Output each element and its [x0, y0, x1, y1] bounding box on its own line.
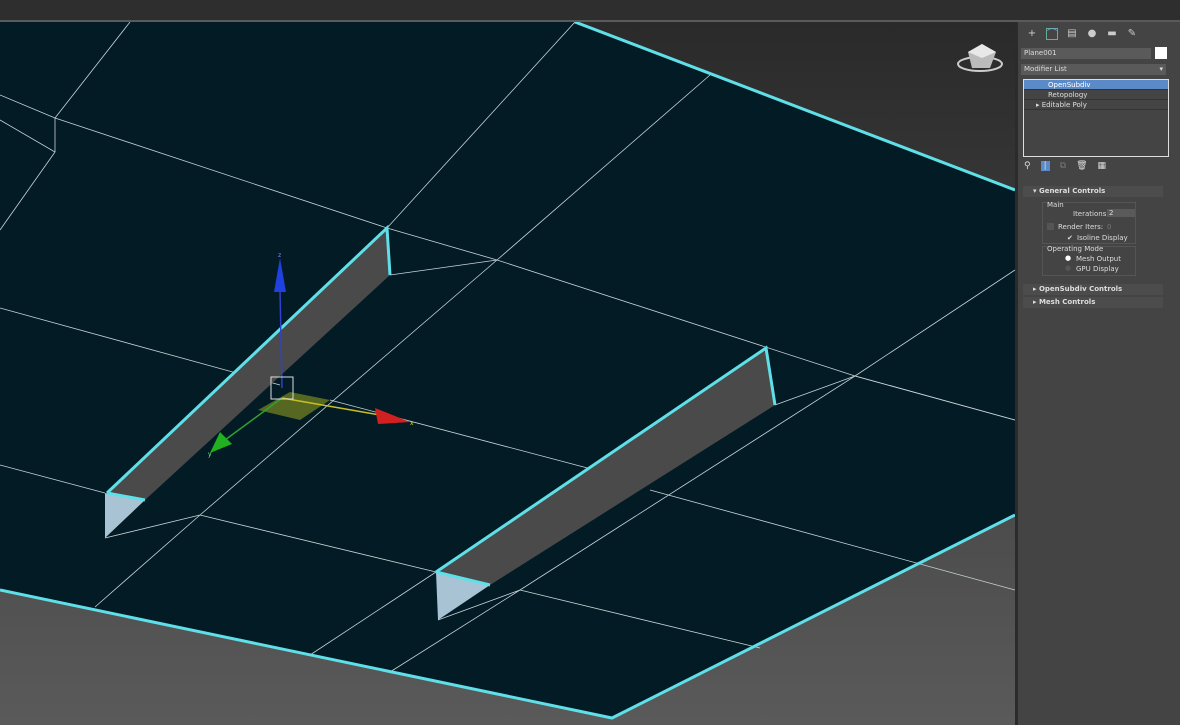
rollout-mesh-controls[interactable]: ▸ Mesh Controls: [1023, 297, 1163, 308]
isoline-label: Isoline Display: [1077, 234, 1128, 242]
mesh-output-label: Mesh Output: [1076, 255, 1121, 263]
svg-text:x: x: [410, 420, 414, 427]
iterations-label: Iterations:: [1073, 210, 1109, 218]
configure-sets-icon[interactable]: ▦: [1098, 161, 1107, 171]
object-name-field[interactable]: Plane001: [1021, 48, 1151, 59]
stack-item-label: Editable Poly: [1041, 101, 1087, 109]
modifier-list-dropdown[interactable]: Modifier List ▾: [1021, 64, 1166, 75]
make-unique-icon[interactable]: ⧉: [1060, 161, 1066, 171]
iterations-value: 2: [1109, 209, 1114, 217]
hierarchy-icon[interactable]: ▤: [1066, 28, 1078, 40]
display-icon[interactable]: ▬: [1106, 28, 1118, 40]
iterations-spinner[interactable]: 2: [1107, 209, 1135, 217]
viewport-perspective[interactable]: x z y: [0, 22, 1015, 725]
main-label: Main: [1047, 201, 1064, 209]
pin-stack-icon[interactable]: ⚲: [1024, 161, 1031, 171]
viewcube[interactable]: [957, 44, 1003, 72]
svg-text:z: z: [278, 252, 281, 259]
stack-item-opensubdiv[interactable]: OpenSubdiv: [1024, 80, 1168, 90]
operating-mode-label: Operating Mode: [1047, 245, 1104, 253]
top-toolbar: [0, 0, 1180, 22]
utilities-icon[interactable]: ✎: [1126, 28, 1138, 40]
render-iters-checkbox[interactable]: [1047, 223, 1054, 230]
stack-toolbar: ⚲ | ⧉ 🗑 ▦: [1024, 161, 1106, 171]
isoline-checkbox[interactable]: ✔: [1067, 234, 1073, 242]
modifier-list-label: Modifier List: [1024, 65, 1067, 73]
plane-mesh: [0, 22, 1015, 718]
command-panel: + ⌒ ▤ ● ▬ ✎ Plane001 Modifier List ▾ Open…: [1015, 22, 1180, 725]
main-group: Main Iterations: 2 Render Iters: 0 ✔ Iso…: [1042, 201, 1136, 244]
motion-icon[interactable]: ●: [1086, 28, 1098, 40]
stack-item-retopology[interactable]: Retopology: [1024, 90, 1168, 100]
render-iters-label: Render Iters:: [1058, 223, 1104, 231]
chevron-down-icon: ▾: [1159, 65, 1163, 73]
show-end-result-icon[interactable]: |: [1040, 161, 1050, 171]
mesh-output-radio[interactable]: ●: [1065, 254, 1071, 262]
object-color-swatch[interactable]: [1155, 47, 1167, 59]
render-iters-spinner[interactable]: 0: [1107, 223, 1111, 231]
modify-icon[interactable]: ⌒: [1046, 28, 1058, 40]
gpu-display-label: GPU Display: [1076, 265, 1119, 273]
rollout-title: Mesh Controls: [1038, 298, 1096, 306]
rollout-title: General Controls: [1038, 187, 1106, 195]
stack-item-editable-poly[interactable]: ▸ Editable Poly: [1024, 100, 1168, 110]
operating-mode-group: Operating Mode ● Mesh Output ● GPU Displ…: [1042, 245, 1136, 276]
svg-text:y: y: [208, 451, 212, 458]
rollout-title: OpenSubdiv Controls: [1038, 285, 1123, 293]
scene: x z y: [0, 22, 1015, 720]
modifier-stack: OpenSubdiv Retopology ▸ Editable Poly: [1023, 79, 1169, 157]
gpu-display-radio[interactable]: ●: [1065, 264, 1071, 272]
remove-modifier-icon[interactable]: 🗑: [1076, 161, 1087, 171]
rollout-opensubdiv-controls[interactable]: ▸ OpenSubdiv Controls: [1023, 284, 1163, 295]
create-icon[interactable]: +: [1026, 28, 1038, 40]
rollout-general-controls[interactable]: ▾ General Controls: [1023, 186, 1163, 197]
